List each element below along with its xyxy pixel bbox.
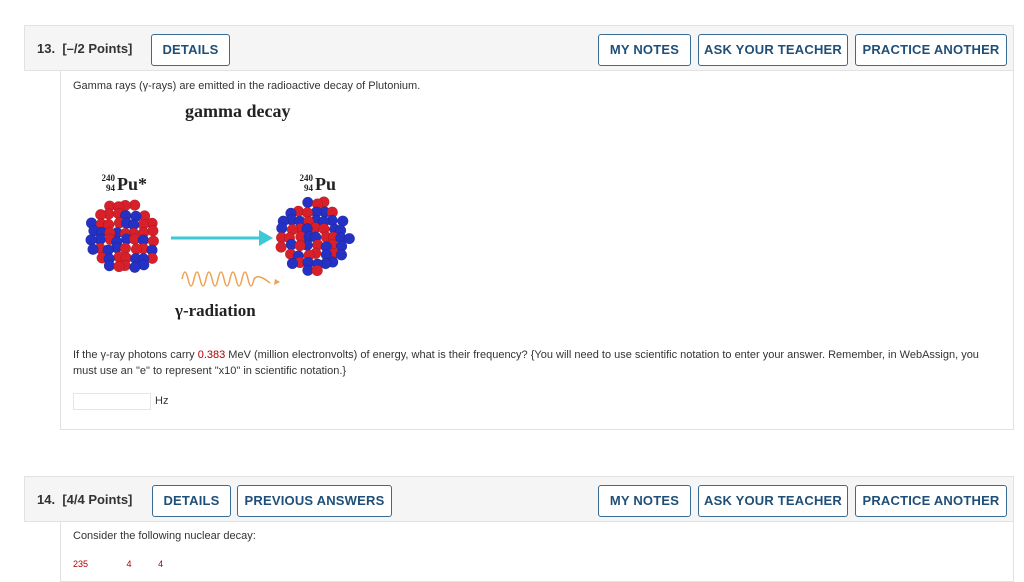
nucleon	[119, 242, 132, 254]
nucleon	[147, 225, 159, 237]
nucleus-ground	[275, 196, 355, 277]
nucleon	[129, 261, 141, 273]
question-number: 13. [–/2 Points]	[37, 41, 133, 56]
decay-graphic	[85, 196, 355, 287]
question-13-body: Gamma rays (γ-rays) are emitted in the r…	[60, 71, 1014, 430]
nucleon	[95, 209, 107, 221]
nucleon	[302, 196, 314, 209]
gamma-wave	[181, 271, 271, 287]
question-text: If the γ-ray photons carry 0.383 MeV (mi…	[73, 349, 979, 377]
my-notes-button[interactable]: MY NOTES	[598, 485, 691, 517]
figure-title: gamma decay	[185, 101, 291, 121]
wave-arrow-head	[274, 279, 280, 285]
question-number: 14. [4/4 Points]	[37, 492, 133, 507]
nucleus-excited	[85, 199, 160, 273]
details-button[interactable]: DETAILS	[152, 485, 231, 517]
nucleon	[130, 243, 143, 255]
nucleon	[87, 243, 99, 255]
previous-answers-button[interactable]: PREVIOUS ANSWERS	[237, 485, 392, 517]
question-13-header: 13. [–/2 Points] DETAILS MY NOTES ASK YO…	[24, 25, 1014, 71]
answer-unit: Hz	[155, 395, 169, 407]
nucleon	[85, 234, 97, 246]
nucleon	[311, 264, 323, 277]
question-14-body: Consider the following nuclear decay: 23…	[60, 522, 1014, 582]
intro-text: Consider the following nuclear decay:	[73, 530, 256, 542]
equation-partial: 235 4 4	[73, 559, 164, 569]
practice-another-button[interactable]: PRACTICE ANOTHER	[855, 485, 1007, 517]
nucleon	[276, 222, 288, 234]
energy-value: 0.383	[197, 349, 226, 361]
details-button[interactable]: DETAILS	[151, 34, 230, 66]
my-notes-button[interactable]: MY NOTES	[598, 34, 691, 66]
ask-your-teacher-button[interactable]: ASK YOUR TEACHER	[698, 485, 848, 517]
nucleon	[335, 249, 348, 261]
nucleon	[275, 241, 287, 253]
frequency-answer-input[interactable]	[73, 393, 151, 410]
nucleon	[113, 260, 125, 273]
practice-another-button[interactable]: PRACTICE ANOTHER	[855, 34, 1007, 66]
nucleon	[286, 257, 299, 270]
nucleon	[337, 215, 349, 227]
radiation-label: γ-radiation	[175, 301, 256, 320]
intro-text: Gamma rays (γ-rays) are emitted in the r…	[73, 80, 421, 92]
nucleon	[294, 239, 306, 252]
question-14-header: 14. [4/4 Points] DETAILS PREVIOUS ANSWER…	[24, 476, 1014, 522]
arrow-head	[259, 230, 273, 246]
nucleon	[103, 260, 116, 272]
ask-your-teacher-button[interactable]: ASK YOUR TEACHER	[698, 34, 848, 66]
